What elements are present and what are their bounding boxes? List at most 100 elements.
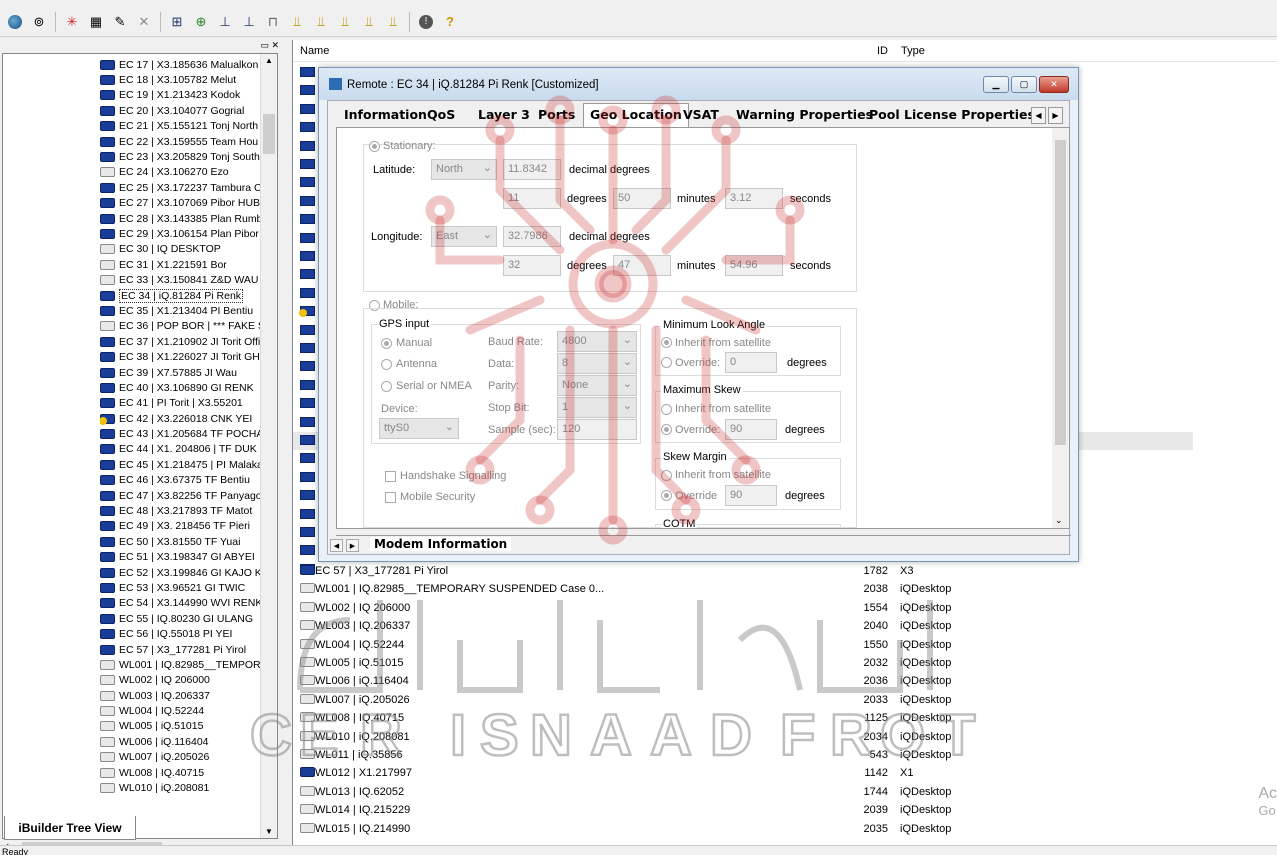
tree-item[interactable]: EC 20 | X3.104077 Gogrial	[100, 103, 262, 118]
longitude-minutes-field[interactable]: 47	[613, 255, 671, 276]
tree-item[interactable]: EC 28 | X3.143385 Plan Rumb	[100, 211, 262, 226]
latitude-decimal-field[interactable]: 11.8342	[503, 159, 561, 180]
tree-item[interactable]: EC 39 | X7.57885 JI Wau	[100, 365, 262, 380]
scroll-up-icon[interactable]: ▲	[265, 56, 273, 65]
list-row[interactable]: WL011 | iQ.35856 543 iQDesktop	[293, 746, 1277, 764]
tree-item[interactable]: EC 51 | X3.198347 GI ABYEI	[100, 550, 262, 565]
max-skew-override-field[interactable]: 90	[725, 419, 777, 440]
list-row[interactable]: WL013 | IQ.62052 1744 iQDesktop	[293, 783, 1277, 801]
globe-icon[interactable]	[4, 11, 26, 33]
baud-rate-select[interactable]: 4800	[557, 331, 637, 352]
tab-modem-information[interactable]: Modem Information	[370, 537, 512, 551]
list-row[interactable]: WL004 | IQ.52244 1550 iQDesktop	[293, 636, 1277, 654]
list-row[interactable]: WL012 | X1.217997 1142 X1	[293, 764, 1277, 782]
tab-information[interactable]: Information	[344, 107, 427, 122]
tree-item[interactable]: WL001 | IQ.82985__TEMPOR	[100, 657, 262, 672]
tree-item[interactable]: EC 30 | IQ DESKTOP	[100, 242, 262, 257]
tree-item[interactable]: WL010 | iQ.208081	[100, 780, 262, 795]
longitude-decimal-field[interactable]: 32.7986	[503, 226, 561, 247]
add-network-icon[interactable]: ⊕	[190, 11, 212, 33]
tree-item[interactable]: EC 18 | X3.105782 Melut	[100, 72, 262, 87]
tab-qos[interactable]: QoS	[427, 107, 455, 122]
list-row[interactable]: WL008 | IQ.40715 1125 iQDesktop	[293, 709, 1277, 727]
tree-item[interactable]: EC 36 | POP BOR | *** FAKE S	[100, 319, 262, 334]
tree-item[interactable]: EC 35 | X1.213404 PI Bentiu	[100, 303, 262, 318]
tree-item[interactable]: EC 56 | IQ.55018 PI YEI	[100, 626, 262, 641]
column-header-type[interactable]: Type	[901, 45, 925, 57]
tree-item[interactable]: EC 52 | X3.199846 GI KAJO K	[100, 565, 262, 580]
tab-vsat[interactable]: VSAT	[683, 107, 719, 122]
chart2-icon[interactable]: ⫫	[310, 11, 332, 33]
tree-item[interactable]: EC 54 | X3.144990 WVI RENK	[100, 596, 262, 611]
sub-icon[interactable]: ⊓	[262, 11, 284, 33]
tree-item[interactable]: EC 50 | X3.81550 TF Yuai	[100, 534, 262, 549]
skew-margin-override-field[interactable]: 90	[725, 485, 777, 506]
stop-bit-select[interactable]: 1	[557, 397, 637, 418]
latitude-seconds-field[interactable]: 3.12	[725, 188, 783, 209]
tree-item[interactable]: EC 21 | X5.155121 Tonj North	[100, 119, 262, 134]
tree-item[interactable]: EC 17 | X3.185636 Malualkon	[100, 57, 262, 72]
min-look-override-field[interactable]: 0	[725, 352, 777, 373]
bottom-tab-right-icon[interactable]: ▶	[346, 539, 359, 552]
list-row[interactable]: WL014 | IQ.215229 2039 iQDesktop	[293, 801, 1277, 819]
tree-item[interactable]: EC 43 | X1.205684 TF POCHA	[100, 426, 262, 441]
chart-icon[interactable]: ⫫	[286, 11, 308, 33]
tree-item[interactable]: EC 38 | X1.226027 JI Torit GH	[100, 349, 262, 364]
list-row[interactable]: WL001 | IQ.82985__TEMPORARY SUSPENDED Ca…	[293, 580, 1277, 598]
tree-item[interactable]: EC 25 | X3.172237 Tambura C	[100, 180, 262, 195]
tree-item[interactable]: EC 31 | X1.221591 Bor	[100, 257, 262, 272]
tab-pool-license-properties[interactable]: Pool License Properties	[869, 107, 1035, 122]
min-look-inherit-radio[interactable]	[661, 337, 672, 348]
remote-add-icon[interactable]: ⊥	[238, 11, 260, 33]
tree-item[interactable]: EC 24 | X3.106270 Ezo	[100, 165, 262, 180]
parity-select[interactable]: None	[557, 375, 637, 396]
sample-field[interactable]: 120	[557, 419, 637, 440]
tree-view[interactable]: EC 17 | X3.185636 Malualkon EC 18 | X3.10…	[2, 53, 278, 839]
properties-icon[interactable]: ▦	[85, 11, 107, 33]
tree-item[interactable]: EC 44 | X1. 204806 | TF DUK	[100, 442, 262, 457]
list-row[interactable]: WL002 | IQ 206000 1554 iQDesktop	[293, 599, 1277, 617]
tree-item[interactable]: EC 53 | X3.96521 GI TWIC	[100, 580, 262, 595]
antenna-radio[interactable]	[381, 359, 392, 370]
tree-item[interactable]: EC 40 | X3.106890 GI RENK	[100, 380, 262, 395]
tree-item[interactable]: WL007 | iQ.205026	[100, 750, 262, 765]
latitude-degrees-field[interactable]: 11	[503, 188, 561, 209]
scroll-down-icon[interactable]: ▼	[265, 827, 273, 836]
data-select[interactable]: 8	[557, 353, 637, 374]
list-row[interactable]: WL005 | iQ.51015 2032 iQDesktop	[293, 654, 1277, 672]
mobile-security-checkbox[interactable]	[385, 492, 396, 503]
tree-item[interactable]: EC 45 | X1.218475 | PI Malaka	[100, 457, 262, 472]
dialog-titlebar[interactable]: Remote : EC 34 | iQ.81284 Pi Renk [Custo…	[319, 68, 1078, 100]
tree-vertical-scrollbar[interactable]: ▲ ▼	[260, 54, 277, 838]
column-header-name[interactable]: Name	[300, 45, 329, 57]
tree-item[interactable]: WL002 | IQ 206000	[100, 673, 262, 688]
tree-scroll-thumb[interactable]	[263, 114, 275, 154]
tree-item[interactable]: WL008 | IQ.40715	[100, 765, 262, 780]
scroll-down-icon[interactable]: ⌄	[1055, 515, 1063, 526]
list-row[interactable]: WL015 | IQ.214990 2035 iQDesktop	[293, 820, 1277, 838]
longitude-direction-select[interactable]: East	[431, 226, 497, 247]
skew-margin-override-radio[interactable]	[661, 490, 672, 501]
bottom-tab-left-icon[interactable]: ◀	[330, 539, 343, 552]
chart5-icon[interactable]: ⫫	[382, 11, 404, 33]
tree-item[interactable]: WL003 | IQ.206337	[100, 688, 262, 703]
tree-item[interactable]: EC 57 | X3_177281 Pi Yirol	[100, 642, 262, 657]
page-scroll-thumb[interactable]	[1055, 140, 1066, 445]
max-skew-override-radio[interactable]	[661, 424, 672, 435]
delete-icon[interactable]: ✕	[133, 11, 155, 33]
binoculars-icon[interactable]: ⊚	[28, 11, 50, 33]
latitude-minutes-field[interactable]: 50	[613, 188, 671, 209]
page-vertical-scrollbar[interactable]: ⌄	[1052, 128, 1069, 528]
latitude-direction-select[interactable]: North	[431, 159, 497, 180]
max-skew-inherit-radio[interactable]	[661, 404, 672, 415]
chart3-icon[interactable]: ⫫	[334, 11, 356, 33]
help-icon[interactable]: ?	[439, 11, 461, 33]
star-icon[interactable]: ✳	[61, 11, 83, 33]
manual-radio[interactable]	[381, 338, 392, 349]
tree-item[interactable]: EC 55 | IQ.80230 GI ULANG	[100, 611, 262, 626]
tree-item[interactable]: WL005 | iQ.51015	[100, 719, 262, 734]
tree-item[interactable]: EC 41 | PI Torit | X3.55201	[100, 396, 262, 411]
tree-item[interactable]: EC 23 | X3.205829 Tonj South	[100, 149, 262, 164]
tab-geo-location[interactable]: Geo Location	[583, 103, 689, 128]
maximize-button[interactable]: ▢	[1011, 76, 1037, 93]
